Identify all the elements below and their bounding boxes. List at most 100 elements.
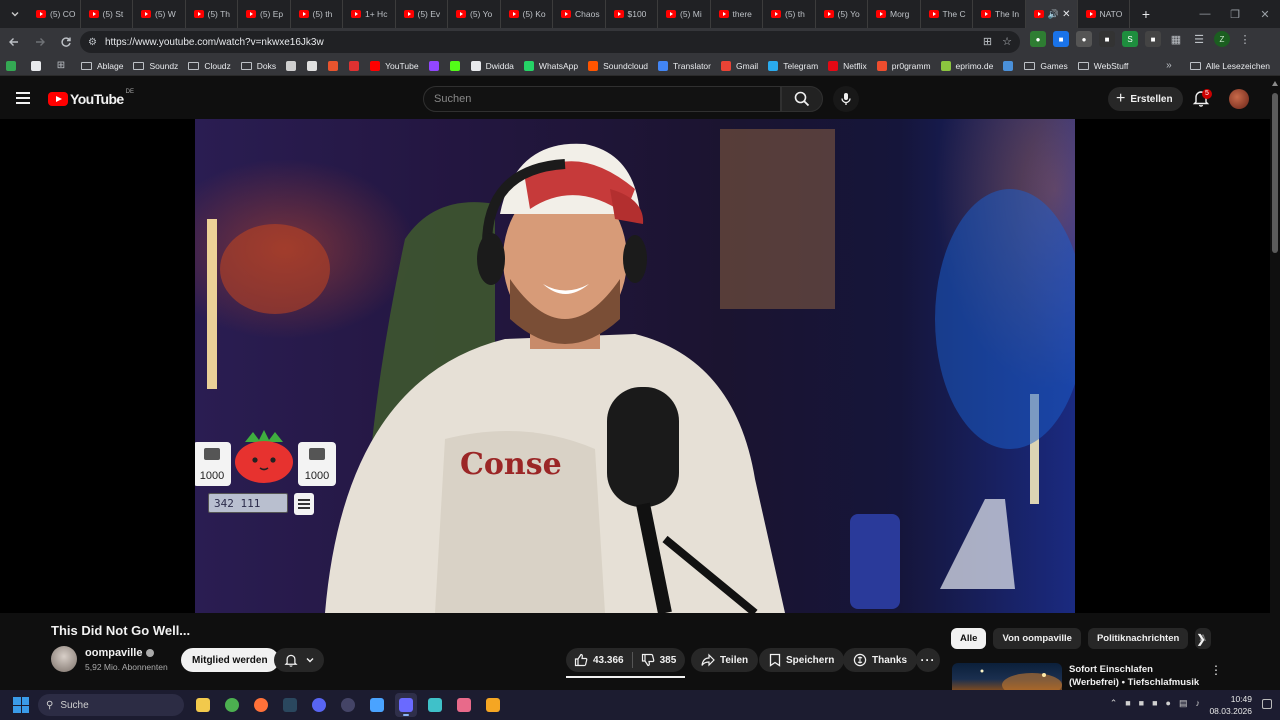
all-bookmarks[interactable]: » Alle Lesezeichen	[1166, 60, 1270, 71]
taskbar-search[interactable]: ⚲ Suche	[38, 694, 184, 716]
voice-search-button[interactable]	[833, 86, 859, 112]
taskbar-app-obs[interactable]	[337, 693, 359, 717]
tab[interactable]: NATO	[1078, 0, 1130, 28]
bookmark-item[interactable]	[286, 60, 301, 71]
tab[interactable]: (5) Ko	[501, 0, 553, 28]
tab[interactable]: The C	[921, 0, 973, 28]
extension-icon[interactable]: S	[1122, 31, 1138, 47]
bookmark-item[interactable]	[428, 60, 444, 71]
forward-button[interactable]	[28, 30, 52, 54]
tab[interactable]: (5) W	[133, 0, 186, 28]
tab[interactable]: (5) Th	[186, 0, 238, 28]
close-tab-icon[interactable]: ✕	[1062, 9, 1070, 20]
tab[interactable]: The In	[973, 0, 1026, 28]
taskbar-app-discord[interactable]	[308, 693, 330, 717]
back-button[interactable]	[2, 30, 26, 54]
bookmark-item[interactable]: Netflix	[828, 60, 867, 71]
bookmark-item[interactable]: Gmail	[721, 60, 758, 71]
bookmark-folder[interactable]: Games	[1024, 61, 1068, 71]
tab[interactable]: (5) th	[291, 0, 343, 28]
bookmark-star-icon[interactable]: ☆	[1002, 35, 1012, 48]
speaker-icon[interactable]: 🔊	[1048, 9, 1059, 20]
create-button[interactable]: + Erstellen	[1108, 87, 1183, 111]
youtube-logo[interactable]: YouTube DE	[48, 89, 134, 107]
url-text[interactable]: https://www.youtube.com/watch?v=nkwxe16J…	[105, 37, 324, 48]
tray-app-icon[interactable]: ■	[1152, 698, 1157, 709]
guide-menu-icon[interactable]	[16, 92, 30, 104]
extension-icon[interactable]: ●	[1030, 31, 1046, 47]
taskbar-clock[interactable]: 10:49 08.03.2026	[1209, 693, 1252, 717]
tab-active[interactable]: 🔊 ✕	[1025, 0, 1078, 28]
tab-search-button[interactable]	[4, 3, 26, 25]
tray-overflow-icon[interactable]: ⌃	[1110, 698, 1118, 709]
volume-icon[interactable]: ♪	[1196, 698, 1201, 709]
install-app-icon[interactable]: ⊞	[983, 35, 992, 48]
thanks-button[interactable]: Thanks	[843, 648, 918, 672]
bookmark-folder[interactable]: Doks	[240, 61, 276, 71]
tab[interactable]: $100	[606, 0, 658, 28]
bookmark-folder[interactable]: WebStuff	[1077, 61, 1128, 71]
taskbar-app-file-explorer[interactable]	[192, 693, 214, 717]
scrollbar-thumb[interactable]	[1272, 93, 1278, 253]
chevron-right-icon[interactable]: ❯	[1196, 632, 1206, 646]
bookmark-item[interactable]: Translator	[658, 60, 711, 71]
tab[interactable]: Morg	[868, 0, 921, 28]
bookmark-item[interactable]	[449, 60, 465, 71]
bookmark-folder[interactable]: Soundz	[133, 61, 178, 71]
recommended-thumbnail[interactable]	[952, 663, 1062, 690]
omnibox[interactable]: ⚙ https://www.youtube.com/watch?v=nkwxe1…	[80, 31, 1020, 53]
video-player[interactable]: Conse 1000 1000 342 111	[0, 119, 1270, 613]
bookmark-item[interactable]	[307, 60, 322, 71]
extension-icon[interactable]: ●	[1076, 31, 1092, 47]
channel-name[interactable]: oompaville	[85, 647, 142, 659]
filter-chip[interactable]: Von oompaville	[993, 628, 1081, 649]
new-tab-button[interactable]: +	[1134, 2, 1158, 26]
bookmark-item[interactable]: Dwidda	[470, 60, 514, 71]
tab[interactable]: (5) Yo	[816, 0, 868, 28]
microphone-icon[interactable]: ●	[1166, 698, 1171, 709]
tab[interactable]: (5) Ep	[238, 0, 291, 28]
bookmark-item[interactable]	[1003, 60, 1018, 71]
maximize-button[interactable]: ❐	[1220, 0, 1250, 28]
tab[interactable]: (5) Yo	[448, 0, 501, 28]
more-actions-button[interactable]: ···	[916, 648, 940, 672]
bookmark-item[interactable]: YouTube	[370, 60, 419, 71]
join-member-button[interactable]: Mitglied werden	[181, 648, 279, 672]
subscription-bell-button[interactable]	[274, 648, 324, 672]
bookmark-item[interactable]	[349, 60, 364, 71]
extension-icon[interactable]: ■	[1053, 31, 1069, 47]
minimize-button[interactable]: —	[1190, 0, 1220, 28]
tab[interactable]: there	[711, 0, 763, 28]
tray-app-icon[interactable]: ■	[1125, 698, 1130, 709]
taskbar-app-notepad[interactable]	[424, 693, 446, 717]
tab[interactable]: (5) Mi	[658, 0, 711, 28]
network-icon[interactable]: ▤	[1179, 698, 1188, 709]
more-bookmarks-icon[interactable]: »	[1166, 60, 1172, 71]
extension-icon[interactable]: ■	[1099, 31, 1115, 47]
channel-name-row[interactable]: oompaville	[85, 647, 155, 659]
tab-search-icon[interactable]: ☰	[1191, 31, 1207, 47]
taskbar-app-firefox[interactable]	[250, 693, 272, 717]
bookmark-item[interactable]: Soundcloud	[588, 60, 648, 71]
search-button[interactable]	[781, 86, 823, 112]
taskbar-app-app-diamond[interactable]	[366, 693, 388, 717]
tab[interactable]: (5) St	[81, 0, 133, 28]
video-frame[interactable]: Conse 1000 1000 342 111	[195, 119, 1075, 613]
tray-app-icon[interactable]: ■	[1139, 698, 1144, 709]
tab[interactable]: (5) CO	[28, 0, 81, 28]
site-info-icon[interactable]: ⚙	[88, 37, 97, 48]
share-button[interactable]: Teilen	[691, 648, 759, 672]
apps-shortcut[interactable]	[6, 60, 21, 71]
page-scrollbar[interactable]	[1270, 77, 1280, 690]
dislike-button[interactable]: 385	[633, 648, 685, 672]
extensions-puzzle-icon[interactable]: ▦	[1168, 31, 1184, 47]
menu-kebab-icon[interactable]: ⋮	[1237, 31, 1253, 47]
recommended-menu-icon[interactable]: ⋮	[1210, 663, 1222, 677]
search-input[interactable]	[434, 93, 780, 105]
bookmark-item[interactable]: Telegram	[768, 60, 818, 71]
bookmark-folder[interactable]: Cloudz	[188, 61, 231, 71]
taskbar-app-audio-editor[interactable]	[395, 693, 417, 717]
tab[interactable]: (5) th	[763, 0, 816, 28]
channel-avatar[interactable]	[51, 646, 77, 672]
bookmark-item[interactable]	[328, 60, 343, 71]
